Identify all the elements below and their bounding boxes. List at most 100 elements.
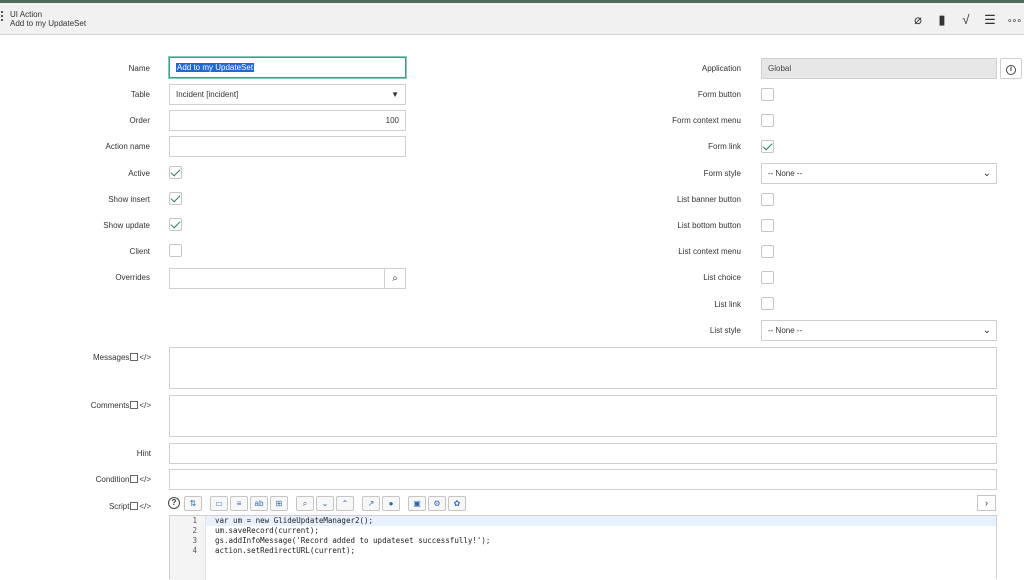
messages-textarea[interactable] (169, 347, 997, 389)
code-line[interactable]: var um = new GlideUpdateManager2(); (206, 516, 996, 526)
messages-label-group: Messages </> (40, 352, 151, 362)
activity-icon[interactable]: √ (958, 12, 974, 28)
script-debugger-icon[interactable]: ⚙ (428, 496, 446, 511)
active-label: Active (128, 169, 150, 178)
save-icon[interactable]: ▣ (408, 496, 426, 511)
code-tag-icon[interactable]: </> (139, 353, 151, 362)
form-link-checkbox[interactable] (761, 140, 774, 153)
replace-icon[interactable]: ab (250, 496, 268, 511)
more-icon[interactable]: ∘∘∘ (1006, 12, 1022, 28)
script-toolbar: ⇅ ▭ ≡ ab ⊞ ⌕ ⌄ ⌃ ↗ ● ▣ ⚙ ✿ (184, 496, 466, 511)
search-code-icon[interactable]: ⌕ (296, 496, 314, 511)
menu-icon[interactable] (0, 11, 4, 25)
translate-icon[interactable] (130, 352, 139, 361)
application-field: Global (761, 58, 997, 79)
condition-field[interactable] (169, 469, 997, 490)
table-label: Table (130, 90, 150, 99)
translate-icon[interactable] (130, 400, 139, 409)
line-number-gutter: 1 2 3 4 (170, 516, 206, 580)
run-icon[interactable]: ✿ (448, 496, 466, 511)
list-context-menu-label: List context menu (678, 247, 741, 256)
condition-label-group: Condition </> (40, 474, 151, 484)
list-bottom-button-checkbox[interactable] (761, 219, 774, 232)
form-style-select[interactable]: -- None -- ⌄ (761, 163, 997, 184)
list-link-label: List link (714, 300, 741, 309)
show-insert-checkbox[interactable] (169, 192, 182, 205)
form-style-value: -- None -- (768, 169, 803, 178)
list-style-value: -- None -- (768, 326, 803, 335)
hint-field[interactable] (169, 443, 997, 464)
hint-label: Hint (136, 449, 151, 458)
client-checkbox[interactable] (169, 244, 182, 257)
list-style-select[interactable]: -- None -- ⌄ (761, 320, 997, 341)
line-number: 2 (192, 526, 197, 535)
dropdown-arrow-icon: ▼ (391, 90, 399, 99)
search-icon[interactable]: ⌕ (385, 268, 406, 289)
chevron-right-icon[interactable]: › (977, 495, 996, 511)
help-circle-icon[interactable]: ● (382, 496, 400, 511)
find-next-icon[interactable]: ⌄ (316, 496, 334, 511)
comments-label-group: Comments </> (40, 400, 151, 410)
translate-icon[interactable] (130, 474, 139, 483)
script-editor[interactable]: 1 2 3 4 var um = new GlideUpdateManager2… (169, 515, 997, 580)
form-context-menu-checkbox[interactable] (761, 114, 774, 127)
find-previous-icon[interactable]: ⌃ (336, 496, 354, 511)
list-context-menu-checkbox[interactable] (761, 245, 774, 258)
overrides-label: Overrides (115, 273, 150, 282)
list-banner-button-label: List banner button (676, 195, 741, 204)
condition-label: Condition (95, 475, 130, 484)
order-label: Order (129, 116, 150, 125)
comments-label: Comments (90, 401, 130, 410)
client-label: Client (129, 247, 150, 256)
paperclip-icon[interactable]: ⌀ (910, 12, 926, 28)
code-tag-icon[interactable]: </> (139, 475, 151, 484)
name-field[interactable]: Add to my UpdateSet (169, 57, 406, 78)
show-insert-label: Show insert (108, 195, 150, 204)
line-number: 3 (192, 536, 197, 545)
translate-icon[interactable] (130, 501, 139, 510)
form-title: UI Action (10, 10, 43, 19)
list-choice-checkbox[interactable] (761, 271, 774, 284)
info-icon[interactable]: i (1000, 58, 1022, 79)
code-line[interactable]: um.saveRecord(current); (206, 526, 996, 536)
chevron-down-icon: ⌄ (982, 325, 991, 336)
form-header: UI Action Add to my UpdateSet ⌀ ▮ √ ☰ ∘∘… (0, 3, 1024, 35)
sliders-icon[interactable]: ☰ (982, 12, 998, 28)
code-line[interactable]: action.setRedirectURL(current); (206, 546, 996, 556)
record-name: Add to my UpdateSet (10, 19, 87, 28)
clipboard-icon[interactable]: ▮ (934, 12, 950, 28)
help-icon[interactable]: ? (168, 497, 180, 509)
list-banner-button-checkbox[interactable] (761, 193, 774, 206)
show-update-checkbox[interactable] (169, 218, 182, 231)
show-update-label: Show update (103, 221, 150, 230)
list-choice-label: List choice (703, 273, 741, 282)
form-button-checkbox[interactable] (761, 88, 774, 101)
table-value: Incident [incident] (176, 90, 239, 99)
line-number: 4 (192, 546, 197, 555)
code-tag-icon[interactable]: </> (139, 502, 151, 511)
fullscreen-icon[interactable]: ↗ (362, 496, 380, 511)
comments-textarea[interactable] (169, 395, 997, 437)
comment-icon[interactable]: ▭ (210, 496, 228, 511)
line-number: 1 (192, 516, 197, 525)
script-label: Script (108, 502, 130, 511)
code-line[interactable]: gs.addInfoMessage('Record added to updat… (206, 536, 996, 546)
action-name-label: Action name (105, 142, 150, 151)
active-checkbox[interactable] (169, 166, 182, 179)
name-label: Name (128, 64, 150, 73)
chevron-down-icon: ⌄ (982, 168, 991, 179)
table-select[interactable]: Incident [incident] ▼ (169, 84, 406, 105)
order-field[interactable]: 100 (169, 110, 406, 131)
code-tag-icon[interactable]: </> (139, 401, 151, 410)
replace-all-icon[interactable]: ⊞ (270, 496, 288, 511)
toggle-syntax-icon[interactable]: ⇅ (184, 496, 202, 511)
list-style-label: List style (709, 326, 741, 335)
list-link-checkbox[interactable] (761, 297, 774, 310)
form-style-label: Form style (703, 169, 741, 178)
form-context-menu-label: Form context menu (672, 116, 741, 125)
overrides-field[interactable] (169, 268, 385, 289)
name-value: Add to my UpdateSet (176, 63, 255, 72)
format-icon[interactable]: ≡ (230, 496, 248, 511)
action-name-field[interactable] (169, 136, 406, 157)
list-bottom-button-label: List bottom button (677, 221, 741, 230)
